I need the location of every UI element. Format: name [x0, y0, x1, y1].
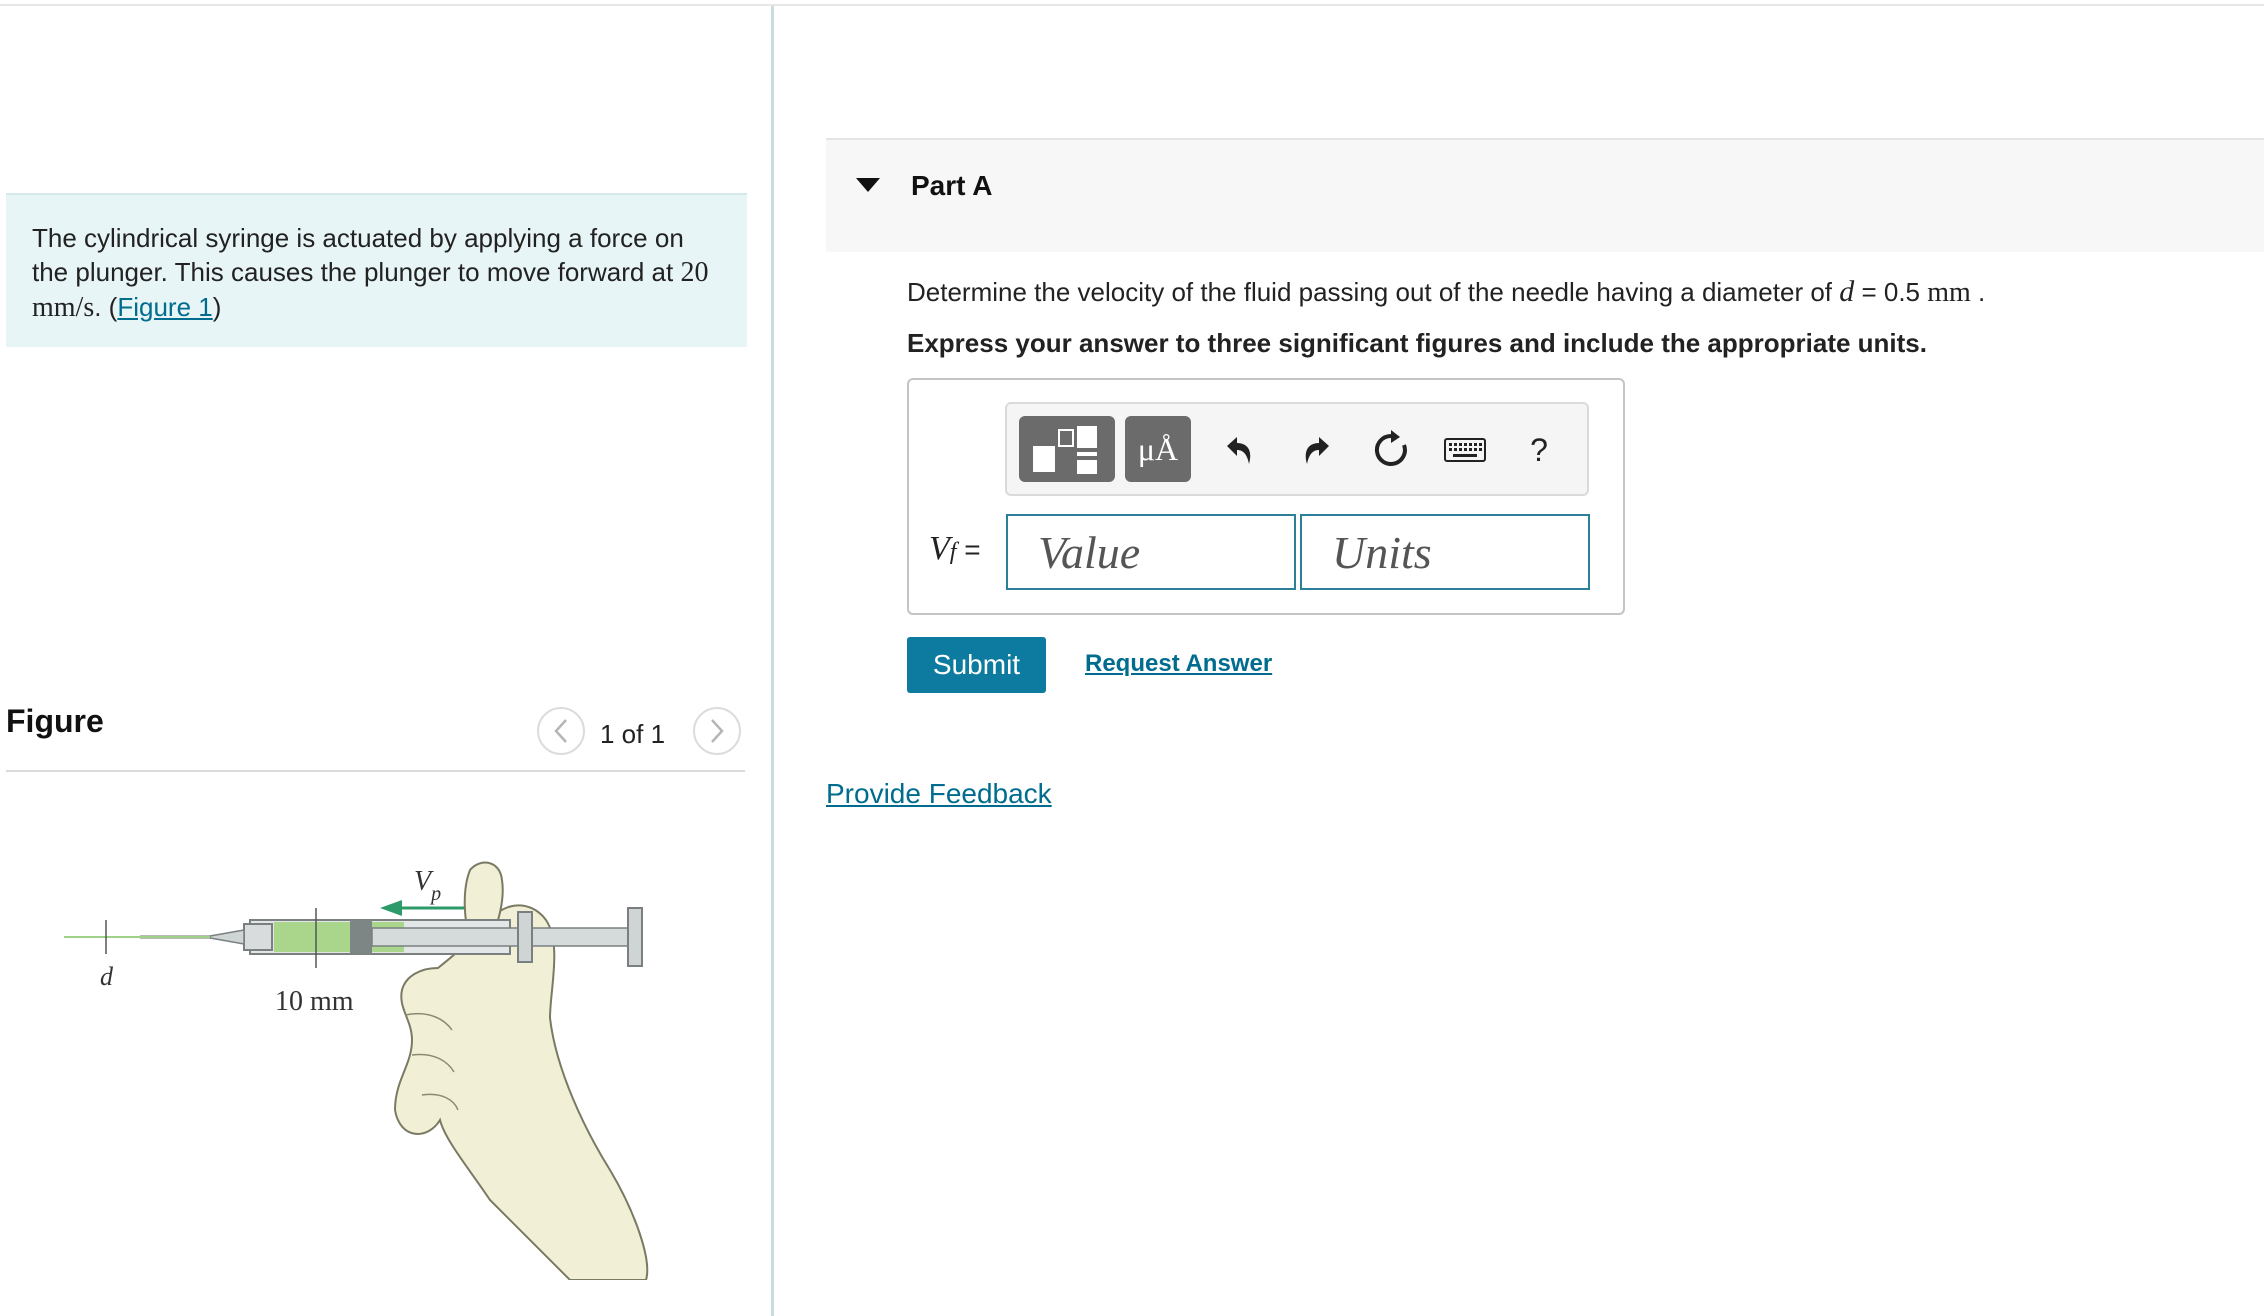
part-a-header[interactable]: Part A	[826, 138, 2264, 252]
answer-box: μÅ ? Vf = Value Units	[907, 378, 1625, 615]
problem-text: The cylindrical syringe is actuated by a…	[32, 223, 684, 287]
units-icon: μÅ	[1137, 430, 1179, 467]
templates-icon	[1033, 426, 1097, 474]
figure-title: Figure	[6, 703, 104, 739]
submit-button[interactable]: Submit	[907, 637, 1046, 693]
redo-icon	[1305, 437, 1329, 464]
value-input[interactable]: Value	[1006, 514, 1296, 590]
part-title: Part A	[911, 170, 993, 201]
question-unit: mm	[1927, 277, 1971, 308]
barrel-flange	[517, 911, 533, 963]
plunger-rod	[371, 927, 633, 947]
value-placeholder: Value	[1038, 526, 1141, 578]
syringe-figure: d 10 mm Vp	[64, 861, 649, 1280]
velocity-label-sub: p	[429, 883, 441, 905]
units-input[interactable]: Units	[1300, 514, 1590, 590]
answer-variable-label: Vf =	[929, 530, 981, 568]
question-text: Determine the velocity of the fluid pass…	[907, 275, 1985, 309]
answer-instruction: Express your answer to three significant…	[907, 328, 1927, 358]
undo-icon	[1227, 437, 1251, 464]
help-icon: ?	[1530, 431, 1548, 468]
answer-variable: V	[929, 530, 950, 567]
chevron-right-icon	[711, 719, 724, 743]
plunger-seal	[350, 920, 372, 954]
provide-feedback-link[interactable]: Provide Feedback	[826, 778, 1052, 810]
keyboard-button[interactable]	[1439, 424, 1491, 476]
math-toolbar: μÅ ?	[1005, 402, 1589, 496]
plunger-thumb-pad	[627, 907, 643, 967]
syringe-hub	[243, 923, 273, 951]
question-equals: = 0.5	[1854, 277, 1928, 307]
units-placeholder: Units	[1332, 526, 1432, 578]
problem-text-end: )	[212, 292, 222, 322]
reset-icon	[1374, 430, 1407, 466]
templates-button[interactable]	[1019, 416, 1115, 482]
prev-figure-button[interactable]	[537, 707, 585, 755]
needle-taper	[209, 929, 245, 945]
chevron-left-icon	[554, 719, 567, 743]
question-text-end: .	[1970, 277, 1986, 307]
caret-down-icon[interactable]	[856, 178, 880, 192]
reset-button[interactable]	[1365, 424, 1417, 476]
question-variable: d	[1839, 275, 1855, 308]
figure-counter: 1 of 1	[600, 719, 666, 749]
units-button[interactable]: μÅ	[1125, 416, 1191, 482]
figure-rule	[6, 770, 745, 772]
figure-link[interactable]: Figure 1	[117, 292, 212, 322]
redo-button[interactable]	[1291, 424, 1343, 476]
undo-button[interactable]	[1213, 424, 1265, 476]
velocity-label: Vp	[414, 866, 441, 905]
keyboard-icon	[1444, 438, 1486, 462]
diameter-label: d	[100, 962, 114, 991]
column-divider[interactable]	[771, 6, 774, 1316]
question-text-start: Determine the velocity of the fluid pass…	[907, 277, 1840, 307]
problem-statement: The cylindrical syringe is actuated by a…	[6, 193, 747, 347]
velocity-arrow-head	[380, 900, 402, 916]
barrel-diameter-label: 10 mm	[275, 986, 354, 1017]
problem-text-mid: . (	[94, 292, 118, 322]
next-figure-button[interactable]	[693, 707, 741, 755]
help-button[interactable]: ?	[1513, 424, 1565, 476]
request-answer-link[interactable]: Request Answer	[1085, 650, 1272, 678]
answer-equals: =	[956, 534, 981, 565]
